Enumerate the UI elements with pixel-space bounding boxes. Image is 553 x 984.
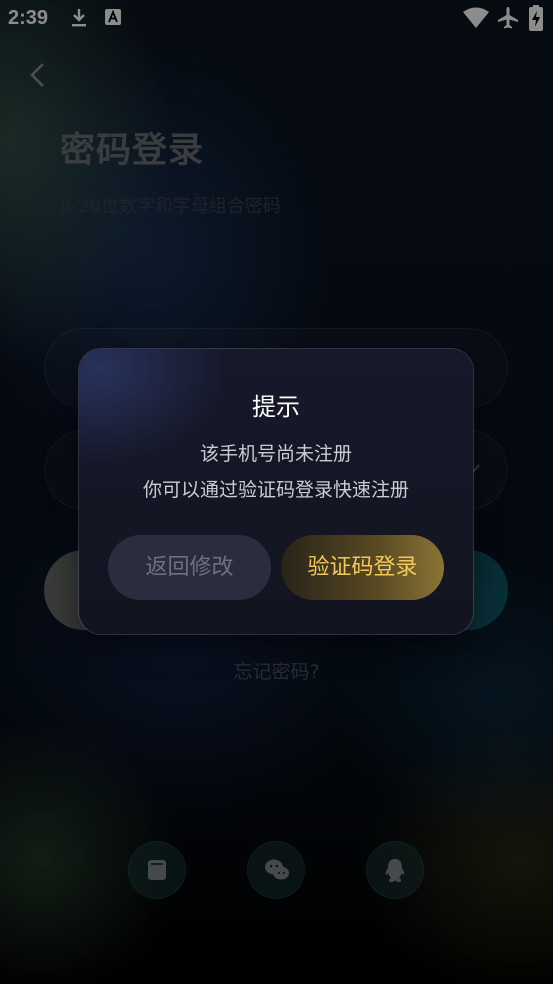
dialog-title: 提示 (252, 393, 300, 421)
unregistered-dialog: 提示 该手机号尚未注册 你可以通过验证码登录快速注册 返回修改 验证码登录 (79, 349, 473, 634)
login-screen: 2:39 密码登录 8-20位数字和字母组合密码 忘记密码? 提示 该手机号尚未… (0, 0, 553, 984)
back-to-edit-button[interactable]: 返回修改 (108, 535, 271, 600)
code-login-button[interactable]: 验证码登录 (281, 535, 444, 600)
dialog-message-line2: 你可以通过验证码登录快速注册 (142, 479, 409, 501)
dialog-message-line1: 该手机号尚未注册 (199, 443, 352, 465)
